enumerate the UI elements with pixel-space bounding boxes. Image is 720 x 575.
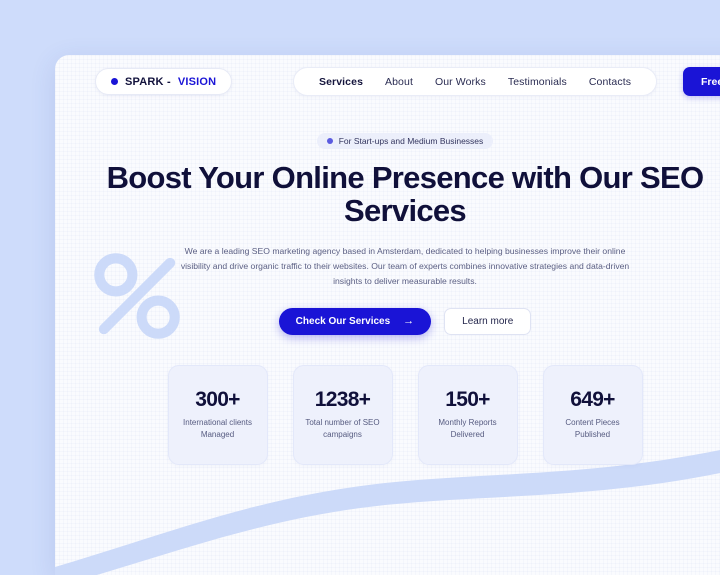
stats-row: 300+ International clients Managed 1238+… [55,365,720,465]
check-our-services-label: Check Our Services [295,316,391,328]
hero-actions: Check Our Services → Learn more [55,308,720,336]
learn-more-button[interactable]: Learn more [444,308,532,336]
nav-item-contacts[interactable]: Contacts [578,76,642,88]
hero-section: For Start-ups and Medium Businesses Boos… [55,133,720,336]
stat-value: 300+ [195,388,240,412]
nav-item-about[interactable]: About [374,76,424,88]
eyebrow-dot-icon [326,138,333,144]
stat-value: 150+ [445,388,490,412]
stat-label: Total number of SEO campaigns [305,418,380,439]
landing-page-panel: SPARK - VISION Services About Our Works … [55,55,720,575]
stat-label: Monthly Reports Delivered [438,418,497,439]
stat-label: International clients Managed [183,418,252,439]
nav-item-services[interactable]: Services [308,76,374,88]
arrow-right-icon: → [403,315,415,328]
hero-description: We are a leading SEO marketing agency ba… [180,245,630,286]
eyebrow-label: For Start-ups and Medium Businesses [338,136,484,146]
nav-item-our-works[interactable]: Our Works [424,76,497,88]
check-our-services-button[interactable]: Check Our Services → [278,308,432,336]
stat-card: 1238+ Total number of SEO campaigns [292,365,393,465]
stat-label: Content Pieces Published [565,418,620,439]
primary-nav: Services About Our Works Testimonials Co… [293,67,658,96]
site-header: SPARK - VISION Services About Our Works … [55,55,720,125]
nav-item-testimonials[interactable]: Testimonials [497,76,578,88]
free-audit-button[interactable]: Free Audit [683,67,720,96]
page-title: Boost Your Online Presence with Our SEO … [106,160,705,229]
brand-dot-icon [111,78,118,85]
stat-value: 649+ [570,388,615,412]
stat-card: 150+ Monthly Reports Delivered [417,365,518,465]
brand-logo[interactable]: SPARK - VISION [95,68,233,95]
stat-card: 300+ International clients Managed [167,365,268,465]
stat-card: 649+ Content Pieces Published [542,365,643,465]
brand-name-primary: SPARK - [125,75,171,88]
brand-name-accent: VISION [177,75,217,88]
eyebrow-badge: For Start-ups and Medium Businesses [316,133,494,149]
stat-value: 1238+ [314,388,371,412]
